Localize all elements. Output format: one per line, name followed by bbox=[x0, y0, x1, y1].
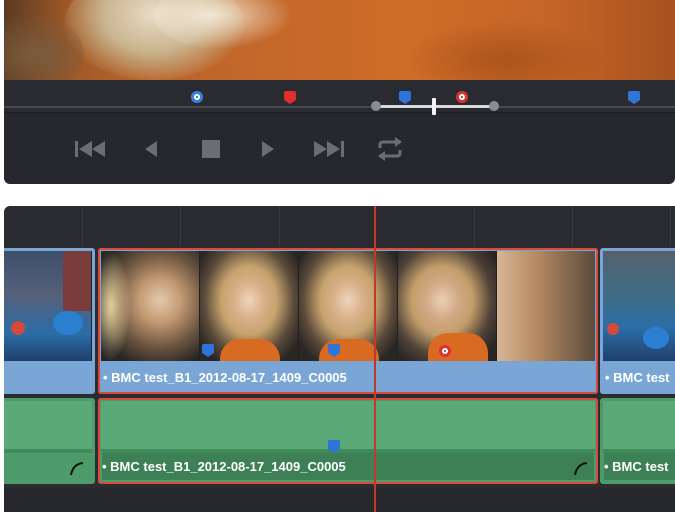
grid-line bbox=[279, 206, 280, 246]
video-clip-selected[interactable]: • BMC test_B1_2012-08-17_1409_C0005 bbox=[98, 248, 598, 394]
scrubber-track[interactable] bbox=[4, 106, 675, 108]
thumbnail bbox=[299, 251, 398, 361]
marker-3[interactable] bbox=[399, 91, 411, 104]
grid-line bbox=[572, 206, 573, 246]
marker-1[interactable] bbox=[191, 91, 203, 104]
clip-label: • BMC test_B1_2012-08-17_1409_C0005 bbox=[103, 370, 347, 385]
audio-waveform bbox=[101, 401, 595, 453]
stop-button[interactable] bbox=[199, 138, 223, 160]
thumbnail bbox=[603, 251, 675, 361]
clip-label: • BMC test bbox=[604, 453, 675, 480]
thumbnail bbox=[497, 251, 595, 361]
marker-2[interactable] bbox=[284, 91, 296, 104]
skip-to-start-icon bbox=[75, 141, 105, 157]
audio-clip-selected[interactable]: • BMC test_B1_2012-08-17_1409_C0005 bbox=[98, 398, 598, 484]
grid-line bbox=[474, 206, 475, 246]
clip-marker[interactable] bbox=[328, 344, 340, 357]
clip-marker[interactable] bbox=[202, 344, 214, 357]
clip-label: • BMC test bbox=[605, 370, 670, 385]
play-button[interactable] bbox=[257, 138, 279, 160]
clip-thumbnails bbox=[603, 251, 675, 361]
thumbnail bbox=[200, 251, 299, 361]
play-reverse-icon bbox=[145, 141, 157, 157]
clip-label bbox=[4, 453, 91, 480]
skip-to-end-icon bbox=[314, 141, 344, 157]
marker-4[interactable] bbox=[456, 91, 468, 104]
loop-icon bbox=[378, 137, 402, 161]
fade-handle-icon[interactable] bbox=[574, 462, 588, 476]
viewer-panel bbox=[4, 0, 675, 184]
out-point-handle[interactable] bbox=[489, 101, 499, 111]
transport-controls bbox=[4, 113, 675, 184]
clip-marker[interactable] bbox=[328, 440, 340, 453]
play-icon bbox=[262, 141, 274, 157]
empty-track-area[interactable] bbox=[4, 488, 675, 512]
grid-line bbox=[670, 206, 671, 246]
skip-to-end-button[interactable] bbox=[311, 138, 347, 160]
thumbnail bbox=[4, 251, 92, 361]
clip-label: • BMC test_B1_2012-08-17_1409_C0005 bbox=[102, 453, 594, 480]
audio-waveform bbox=[603, 401, 675, 453]
video-clip-right[interactable]: • BMC test bbox=[600, 248, 675, 394]
viewer-scrubber[interactable] bbox=[4, 80, 675, 115]
marker-5[interactable] bbox=[628, 91, 640, 104]
grid-line bbox=[82, 206, 83, 246]
audio-clip-right[interactable]: • BMC test bbox=[600, 398, 675, 484]
play-reverse-button[interactable] bbox=[140, 138, 162, 160]
thumbnail bbox=[101, 251, 200, 361]
timeline-playhead[interactable] bbox=[374, 206, 376, 512]
timeline-panel[interactable]: • BMC test_B1_2012-08-17_1409_C0005 • BM… bbox=[4, 206, 675, 512]
grid-line bbox=[180, 206, 181, 246]
loop-button[interactable] bbox=[375, 137, 405, 161]
audio-waveform bbox=[4, 401, 92, 453]
video-clip-left[interactable] bbox=[4, 248, 95, 394]
skip-to-start-button[interactable] bbox=[72, 138, 108, 160]
in-point-handle[interactable] bbox=[371, 101, 381, 111]
clip-thumbnails bbox=[4, 251, 92, 361]
audio-clip-left[interactable] bbox=[4, 398, 95, 484]
clip-thumbnails bbox=[101, 251, 595, 361]
clip-marker[interactable] bbox=[439, 345, 451, 358]
viewer-frame bbox=[4, 0, 675, 80]
stop-icon bbox=[202, 140, 220, 158]
clip-label bbox=[4, 364, 92, 391]
